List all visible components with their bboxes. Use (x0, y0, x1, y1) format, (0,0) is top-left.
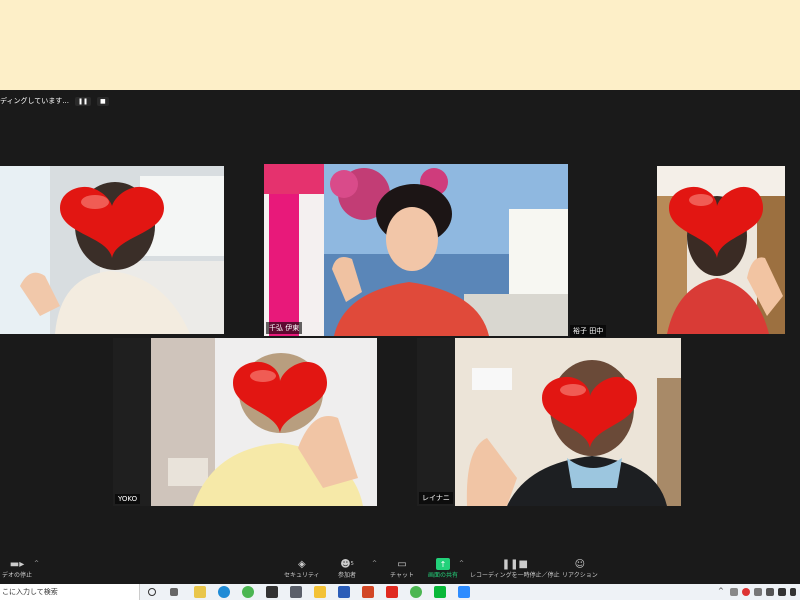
security-label: セキュリティ (284, 572, 320, 579)
video-tile-participant-1[interactable] (0, 166, 224, 334)
reactions-button[interactable]: ☺ リアクション (562, 558, 598, 580)
video-tile-active-speaker[interactable]: 千弘 伊東 (264, 164, 568, 336)
chat-label: チャット (390, 572, 414, 579)
share-screen-button[interactable]: ↑ 画面の共有 (428, 558, 458, 579)
recording-indicator: ディングしています... ❚❚ ■ (0, 95, 109, 107)
participant-name-label-3: 裕子 田中 (570, 325, 607, 337)
top-background-band (0, 0, 800, 90)
powerpoint-icon[interactable] (362, 586, 374, 598)
tray-app-icon-2[interactable] (742, 588, 750, 596)
participants-button[interactable]: ☻ 5 参加者 (338, 558, 357, 580)
tray-chevron-icon[interactable]: ^ (718, 587, 724, 595)
people-icon: ☻ 5 (340, 558, 354, 570)
network-icon[interactable] (778, 588, 786, 596)
stop-video-label: デオの停止 (2, 572, 33, 579)
stop-recording-button[interactable]: ■ (97, 96, 109, 106)
store-icon[interactable] (266, 586, 278, 598)
participant-name-label: レイナニ (419, 492, 453, 504)
meeting-toolbar: ▬▸ デオの停止 ^ ◈ セキュリティ ☻ 5 参加者 ^ ▭ チャット ↑ 画面… (0, 556, 800, 584)
video-feed-3 (657, 166, 785, 334)
stop-video-button[interactable]: ▬▸ デオの停止 (2, 558, 33, 580)
chrome-icon[interactable] (242, 586, 254, 598)
taskbar-search-box[interactable]: こに入力して検索 (0, 584, 140, 600)
share-screen-label: 画面の共有 (428, 572, 459, 579)
smiley-plus-icon: ☺ (574, 558, 586, 570)
tray-app-icon-4[interactable] (766, 588, 774, 596)
video-feed-5 (417, 338, 681, 506)
video-tile-participant-3[interactable] (657, 166, 785, 334)
participant-name-label: YOKO (115, 494, 141, 504)
participants-label: 参加者 (338, 572, 357, 579)
recording-control-button[interactable]: ❚❚■ レコーディングを一時停止／停止 (470, 558, 560, 580)
tray-app-icon-3[interactable] (754, 588, 762, 596)
video-feed-4 (113, 338, 377, 506)
video-tile-participant-5[interactable]: レイナニ (417, 338, 681, 506)
chat-button[interactable]: ▭ チャット (390, 558, 414, 580)
chat-bubble-icon: ▭ (397, 558, 407, 570)
task-view-icon[interactable] (170, 588, 178, 596)
video-options-caret[interactable]: ^ (34, 560, 39, 567)
security-button[interactable]: ◈ セキュリティ (284, 558, 320, 580)
shield-icon: ◈ (297, 558, 306, 570)
acrobat-icon[interactable] (386, 586, 398, 598)
recording-control-label: レコーディングを一時停止／停止 (470, 572, 560, 579)
pause-recording-button[interactable]: ❚❚ (74, 96, 92, 106)
edge-icon[interactable] (218, 586, 230, 598)
zoom-icon[interactable] (458, 586, 470, 598)
line-icon[interactable] (434, 586, 446, 598)
reactions-label: リアクション (562, 572, 598, 579)
video-tile-participant-4[interactable]: YOKO (113, 338, 377, 506)
cortana-icon[interactable] (148, 588, 156, 596)
volume-icon[interactable] (790, 588, 796, 596)
video-camera-icon: ▬▸ (9, 558, 25, 570)
paint-icon[interactable] (194, 586, 206, 598)
video-feed-2 (264, 164, 568, 336)
chrome-alt-icon[interactable] (410, 586, 422, 598)
participants-options-caret[interactable]: ^ (372, 560, 377, 567)
participants-count: 5 (350, 561, 354, 567)
windows-taskbar: こに入力して検索 ^ (0, 584, 800, 600)
mail-icon[interactable] (290, 586, 302, 598)
file-explorer-icon[interactable] (314, 586, 326, 598)
taskbar-search-placeholder: こに入力して検索 (2, 588, 58, 596)
word-icon[interactable] (338, 586, 350, 598)
video-feed-1 (0, 166, 224, 334)
share-screen-icon: ↑ (436, 558, 450, 570)
participant-name-label: 千弘 伊東 (266, 322, 303, 334)
recording-status-text: ディングしています... (0, 97, 69, 105)
share-options-caret[interactable]: ^ (459, 560, 464, 567)
tray-app-icon-1[interactable] (730, 588, 738, 596)
pause-stop-icon: ❚❚■ (501, 558, 528, 570)
